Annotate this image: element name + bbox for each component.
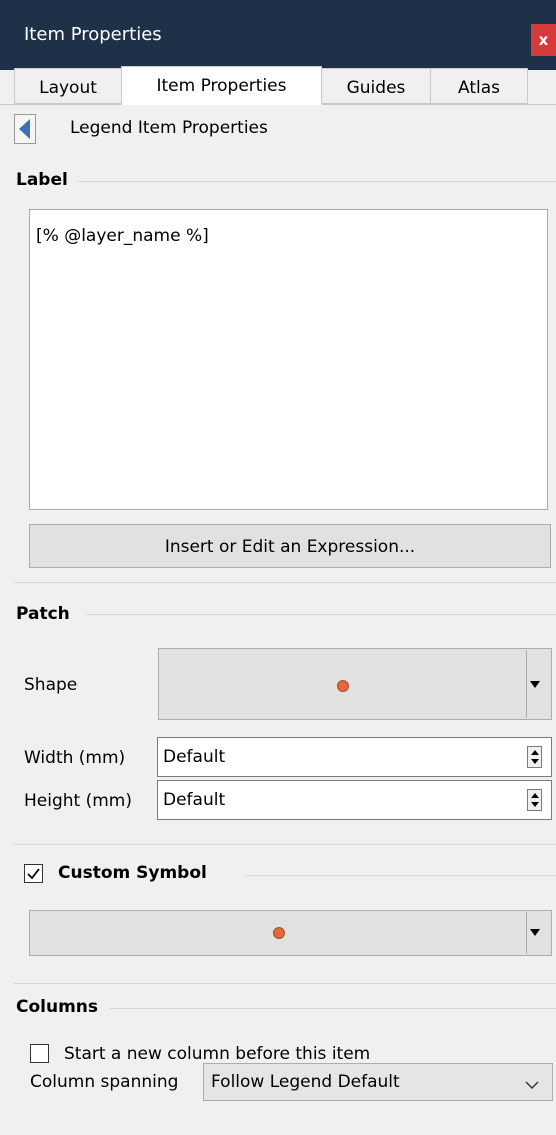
section-divider xyxy=(14,983,556,984)
section-divider xyxy=(14,582,556,583)
panel-title: Legend Item Properties xyxy=(70,118,268,138)
arrow-down-icon xyxy=(531,759,539,764)
tab-atlas[interactable]: Atlas xyxy=(430,68,528,104)
section-columns-title: Columns xyxy=(16,997,99,1017)
tab-guides[interactable]: Guides xyxy=(321,68,431,104)
label-text-value: [% @layer_name %] xyxy=(36,226,209,246)
combo-separator xyxy=(526,650,527,718)
close-button[interactable]: x xyxy=(531,24,556,56)
back-arrow-icon[interactable] xyxy=(14,114,36,144)
section-label-title: Label xyxy=(16,170,68,190)
shape-selector[interactable] xyxy=(158,648,552,720)
section-divider xyxy=(86,614,556,615)
section-divider xyxy=(78,181,556,182)
width-value: Default xyxy=(163,747,226,767)
height-value: Default xyxy=(163,790,226,810)
combo-separator xyxy=(526,912,527,954)
symbol-preview-icon xyxy=(273,927,285,939)
section-patch-title: Patch xyxy=(16,604,70,624)
column-spanning-value: Follow Legend Default xyxy=(211,1072,400,1092)
new-column-label[interactable]: Start a new column before this item xyxy=(64,1044,370,1064)
insert-expression-button[interactable]: Insert or Edit an Expression... xyxy=(29,524,551,568)
height-label: Height (mm) xyxy=(24,791,132,811)
new-column-checkbox[interactable] xyxy=(30,1044,49,1063)
arrow-up-icon xyxy=(531,750,539,755)
chevron-down-icon[interactable] xyxy=(530,681,540,688)
custom-symbol-selector[interactable] xyxy=(29,910,552,956)
label-text-editor[interactable] xyxy=(29,209,548,510)
chevron-down-icon xyxy=(525,1075,539,1095)
section-divider xyxy=(246,875,556,876)
chevron-down-icon[interactable] xyxy=(530,929,540,936)
arrow-down-icon xyxy=(531,802,539,807)
section-divider xyxy=(14,844,556,845)
tab-item-properties[interactable]: Item Properties xyxy=(121,66,322,105)
custom-symbol-checkbox[interactable] xyxy=(24,864,43,883)
checkmark-icon xyxy=(27,868,40,880)
custom-symbol-label[interactable]: Custom Symbol xyxy=(58,863,207,883)
column-spanning-label: Column spanning xyxy=(30,1072,179,1092)
width-label: Width (mm) xyxy=(24,748,126,768)
tab-layout[interactable]: Layout xyxy=(14,68,122,104)
shape-preview-icon xyxy=(337,680,349,692)
window-title: Item Properties xyxy=(24,24,162,45)
arrow-up-icon xyxy=(531,793,539,798)
section-divider xyxy=(110,1008,556,1009)
shape-label: Shape xyxy=(24,675,78,695)
